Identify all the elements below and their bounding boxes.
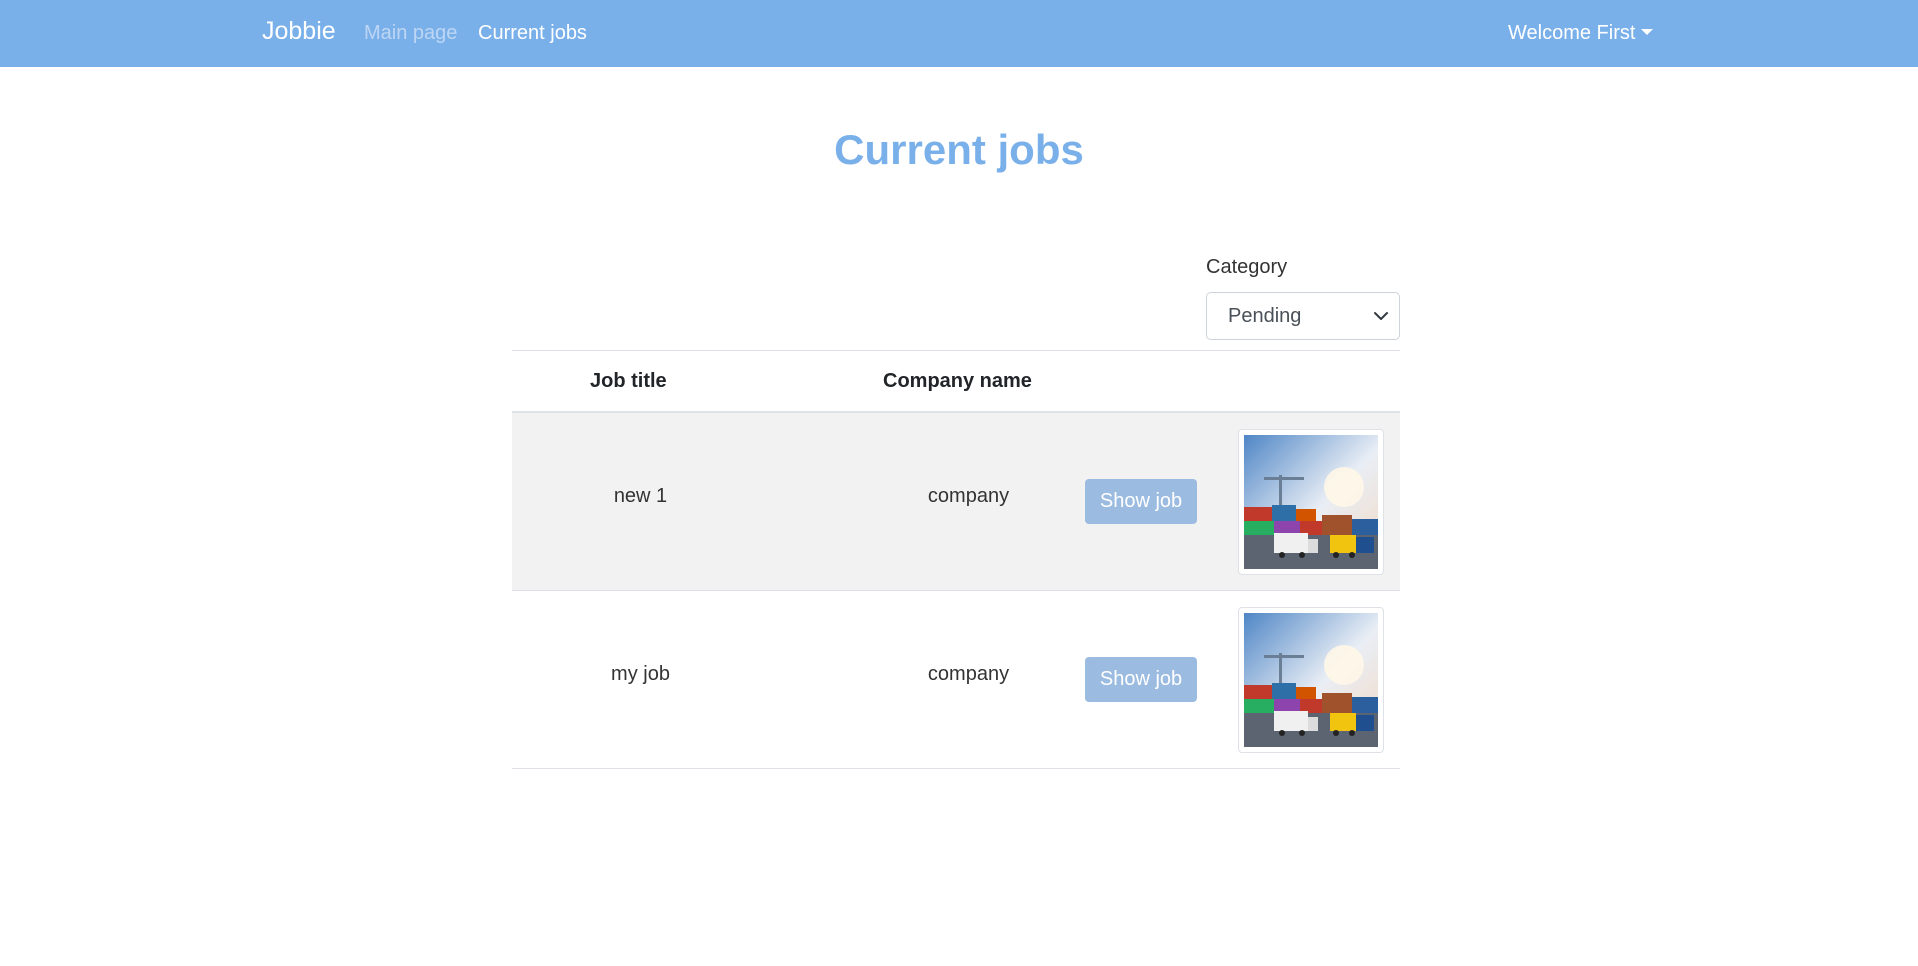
- table-row: my job company Show job: [512, 591, 1400, 769]
- category-select[interactable]: Pending: [1206, 292, 1400, 340]
- brand-link[interactable]: Jobbie: [262, 17, 336, 46]
- cargo-port-photo-icon: [1244, 613, 1378, 747]
- jobs-table: Job title Company name new 1 company Sho…: [512, 350, 1400, 769]
- show-job-button[interactable]: Show job: [1085, 479, 1197, 524]
- company-name-cell: company: [927, 485, 1010, 507]
- user-menu-dropdown[interactable]: Welcome First: [1508, 22, 1654, 45]
- job-title-cell: new 1: [613, 485, 668, 507]
- nav-link-current-jobs[interactable]: Current jobs: [478, 22, 587, 45]
- navbar: Jobbie Main page Current jobs Welcome Fi…: [0, 0, 1918, 67]
- company-name-cell: company: [927, 663, 1010, 685]
- user-menu-label: Welcome First: [1508, 22, 1636, 44]
- chevron-down-icon: [1374, 312, 1388, 320]
- show-job-button[interactable]: Show job: [1085, 657, 1197, 702]
- caret-down-icon: [1641, 29, 1654, 35]
- job-title-cell: my job: [611, 663, 670, 685]
- table-row: new 1 company Show job: [512, 413, 1400, 591]
- table-header: Job title Company name: [512, 350, 1400, 413]
- job-thumbnail: [1238, 429, 1384, 575]
- category-label: Category: [1206, 256, 1288, 278]
- cargo-port-photo-icon: [1244, 435, 1378, 569]
- column-header-job-title: Job title: [590, 370, 667, 392]
- nav-link-main-page[interactable]: Main page: [364, 22, 457, 45]
- category-select-value: Pending: [1228, 305, 1302, 327]
- column-header-company-name: Company name: [883, 370, 1032, 392]
- page-title: Current jobs: [834, 126, 1084, 173]
- job-thumbnail: [1238, 607, 1384, 753]
